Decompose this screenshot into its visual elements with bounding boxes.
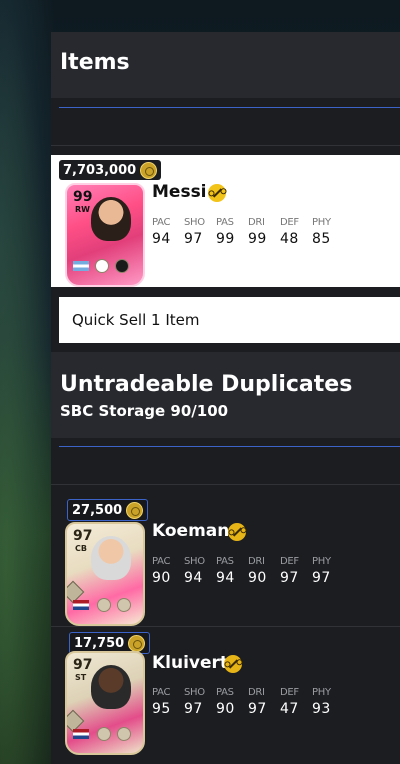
player-card[interactable]: 97 CB — [65, 522, 145, 626]
card-rating: 97 — [73, 528, 93, 544]
stat-sho: SHO 94 — [184, 556, 205, 586]
player-portrait — [91, 536, 131, 580]
duplicates-divider — [59, 446, 400, 447]
card-position: ST — [75, 673, 87, 682]
stat-phy: PHY 97 — [312, 556, 331, 586]
player-portrait — [91, 665, 131, 709]
item-row-messi[interactable]: 7,703,000 99 RW Messi PAC 94 SHO 97 PAS 99 … — [51, 155, 400, 287]
stat-pac: PAC 90 — [152, 556, 171, 586]
chemistry-style-icon — [208, 184, 226, 202]
card-rating: 97 — [73, 657, 93, 673]
card-position: CB — [75, 544, 87, 553]
flag-argentina-icon — [73, 261, 89, 271]
flag-netherlands-icon — [73, 600, 89, 610]
sbc-storage-count: SBC Storage 90/100 — [60, 402, 229, 420]
player-name: Messi — [152, 182, 207, 202]
chemistry-style-icon — [224, 655, 242, 673]
club-badge-icon — [117, 598, 131, 612]
coin-icon — [140, 161, 158, 179]
price-tag: 27,500 — [67, 499, 149, 521]
stat-dri: DRI 99 — [248, 217, 267, 247]
player-name: Koeman — [152, 521, 230, 541]
coin-icon — [128, 634, 146, 652]
player-portrait — [91, 197, 131, 241]
items-title: Items — [60, 50, 130, 75]
card-rating: 99 — [73, 189, 93, 205]
stat-phy: PHY 85 — [312, 217, 331, 247]
coin-icon — [126, 501, 144, 519]
player-card[interactable]: 99 RW — [65, 183, 145, 287]
league-badge-icon — [97, 598, 111, 612]
stat-phy: PHY 93 — [312, 687, 331, 717]
stat-def: DEF 48 — [280, 217, 299, 247]
league-badge-icon — [97, 727, 111, 741]
player-name: Kluivert — [152, 653, 229, 673]
price-value: 7,703,000 — [63, 162, 137, 178]
stat-pac: PAC 95 — [152, 687, 171, 717]
stat-def: DEF 97 — [280, 556, 299, 586]
items-divider — [59, 107, 400, 108]
chemistry-style-icon — [228, 523, 246, 541]
stat-pac: PAC 94 — [152, 217, 171, 247]
quick-sell-button[interactable]: Quick Sell 1 Item — [59, 297, 400, 343]
club-badge-icon — [115, 259, 129, 273]
items-header: Items — [51, 32, 400, 98]
flag-netherlands-icon — [73, 729, 89, 739]
stat-dri: DRI 97 — [248, 687, 267, 717]
items-separator — [51, 145, 400, 146]
player-stats: PAC 95 SHO 97 PAS 90 DRI 97 DEF 47 PHY 93 — [152, 687, 338, 717]
item-row-koeman[interactable]: 27,500 97 CB Koeman PAC 90 SHO 94 PAS 94 DR… — [51, 494, 400, 626]
card-position: RW — [75, 205, 90, 214]
price-value: 17,750 — [74, 635, 125, 651]
stat-pas: PAS 90 — [216, 687, 235, 717]
stat-pas: PAS 99 — [216, 217, 235, 247]
stat-dri: DRI 90 — [248, 556, 267, 586]
league-badge-icon — [95, 259, 109, 273]
stat-sho: SHO 97 — [184, 217, 205, 247]
price-tag: 7,703,000 — [59, 160, 162, 180]
price-value: 27,500 — [72, 502, 123, 518]
duplicates-header: Untradeable Duplicates SBC Storage 90/10… — [51, 352, 400, 438]
player-card[interactable]: 97 ST — [65, 651, 145, 755]
stat-def: DEF 47 — [280, 687, 299, 717]
duplicates-title: Untradeable Duplicates — [60, 372, 353, 397]
duplicates-separator — [51, 484, 400, 485]
player-stats: PAC 94 SHO 97 PAS 99 DRI 99 DEF 48 PHY 85 — [152, 217, 338, 247]
stat-sho: SHO 97 — [184, 687, 205, 717]
stat-pas: PAS 94 — [216, 556, 235, 586]
club-badge-icon — [117, 727, 131, 741]
item-row-kluivert[interactable]: 17,750 97 ST Kluivert PAC 95 SHO 97 PAS 90 … — [51, 627, 400, 759]
player-stats: PAC 90 SHO 94 PAS 94 DRI 90 DEF 97 PHY 97 — [152, 556, 338, 586]
